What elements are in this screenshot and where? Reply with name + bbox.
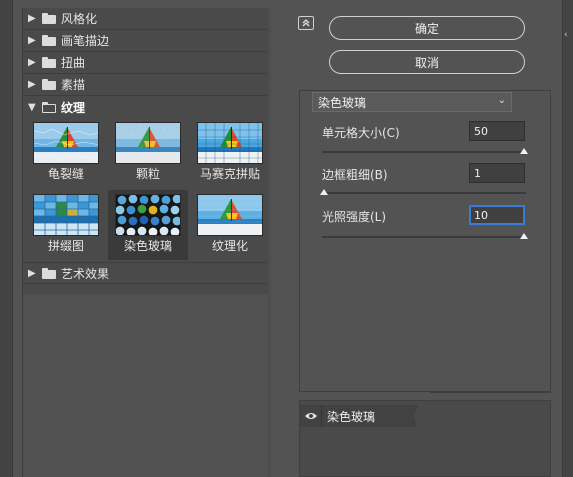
light-intensity-slider-knob[interactable]: [520, 233, 528, 239]
filter-select[interactable]: 染色玻璃 ⌄: [312, 92, 512, 112]
thumbnail-image: [115, 194, 181, 236]
collapsed-arrow-icon: ▶: [28, 13, 36, 24]
category-label: 画笔描边: [61, 34, 110, 48]
ok-button[interactable]: 确定: [329, 16, 525, 40]
cell-size-input[interactable]: 50: [469, 121, 525, 141]
thumbnail-label: 染色玻璃: [123, 239, 172, 253]
border-thickness-slider-knob[interactable]: [320, 189, 328, 195]
right-panel-edge: ‹: [562, 0, 573, 477]
collapsed-arrow-icon: ▶: [28, 57, 36, 68]
category-distort[interactable]: ▶ 扭曲: [23, 52, 269, 74]
folder-icon: [42, 13, 56, 24]
cell-size-slider[interactable]: [322, 151, 526, 153]
thumbnail-image: [197, 122, 263, 164]
category-brush-strokes[interactable]: ▶ 画笔描边: [23, 30, 269, 52]
category-label: 艺术效果: [61, 266, 110, 281]
left-edge-strip: [0, 0, 12, 477]
cancel-button[interactable]: 取消: [329, 50, 525, 74]
effect-layer-label: 染色玻璃: [327, 409, 376, 424]
filter-gallery: ▶ 风格化 ▶ 画笔描边 ▶ 扭曲 ▶ 素描 ▼ 纹理 龟裂缝 颗粒 马赛克拼贴…: [22, 8, 270, 477]
thumbnail-image: [33, 194, 99, 236]
category-label: 风格化: [61, 12, 98, 26]
thumbnail-image: [197, 194, 263, 236]
category-stylize[interactable]: ▶ 风格化: [23, 8, 269, 30]
folder-icon: [42, 267, 56, 279]
folder-icon: [42, 35, 56, 46]
thumbnail-image: [33, 122, 99, 164]
filter-thumb-texturizer[interactable]: 纹理化: [190, 190, 270, 260]
filter-thumb-stained-glass[interactable]: 染色玻璃: [108, 190, 188, 260]
collapse-gallery-button[interactable]: [298, 16, 314, 30]
visibility-eye-icon[interactable]: [300, 405, 322, 427]
gallery-empty-area: [23, 294, 269, 477]
thumbnail-label: 马赛克拼贴: [199, 167, 260, 181]
category-label: 扭曲: [61, 56, 86, 70]
cell-size-label: 单元格大小(C): [322, 126, 400, 140]
filter-thumb-grain[interactable]: 颗粒: [108, 118, 188, 188]
folder-icon: [42, 79, 56, 90]
category-label: 纹理: [61, 100, 86, 115]
collapsed-arrow-icon: ▶: [28, 79, 36, 90]
filter-thumb-patchwork[interactable]: 拼缀图: [26, 190, 106, 260]
layer-row-edge: [412, 405, 418, 427]
thumbnail-label: 龟裂缝: [47, 167, 84, 181]
category-label: 素描: [61, 78, 86, 92]
chevron-down-icon: ⌄: [497, 95, 506, 106]
filter-thumb-mosaic-tiles[interactable]: 马赛克拼贴: [190, 118, 270, 188]
open-folder-icon: [42, 101, 56, 113]
effect-layer-row[interactable]: 染色玻璃: [300, 405, 412, 427]
thumbnail-label: 颗粒: [135, 167, 160, 181]
light-intensity-slider[interactable]: [322, 236, 526, 238]
category-sketch[interactable]: ▶ 素描: [23, 74, 269, 96]
category-texture[interactable]: ▼ 纹理: [23, 96, 269, 118]
collapsed-arrow-icon: ▶: [28, 35, 36, 46]
filter-select-value: 染色玻璃: [318, 95, 367, 110]
light-intensity-input[interactable]: 10: [469, 205, 525, 225]
border-thickness-slider[interactable]: [322, 192, 526, 194]
expand-arrow-icon[interactable]: ‹: [564, 30, 568, 40]
left-edge-divider: [12, 0, 13, 477]
cell-size-slider-knob[interactable]: [520, 148, 528, 154]
expanded-arrow-icon: ▼: [28, 101, 36, 113]
thumbnail-image: [115, 122, 181, 164]
collapse-icon: [302, 19, 310, 27]
collapsed-arrow-icon: ▶: [28, 267, 36, 279]
thumbnail-label: 纹理化: [211, 239, 248, 253]
thumbnail-label: 拼缀图: [47, 239, 84, 253]
light-intensity-label: 光照强度(L): [322, 210, 387, 224]
gallery-scrollbar[interactable]: [268, 8, 271, 477]
folder-icon: [42, 57, 56, 68]
category-artistic[interactable]: ▶ 艺术效果: [23, 262, 269, 284]
filter-thumb-craquelure[interactable]: 龟裂缝: [26, 118, 106, 188]
settings-divider: [430, 392, 551, 393]
border-thickness-label: 边框粗细(B): [322, 168, 388, 182]
border-thickness-input[interactable]: 1: [469, 163, 525, 183]
